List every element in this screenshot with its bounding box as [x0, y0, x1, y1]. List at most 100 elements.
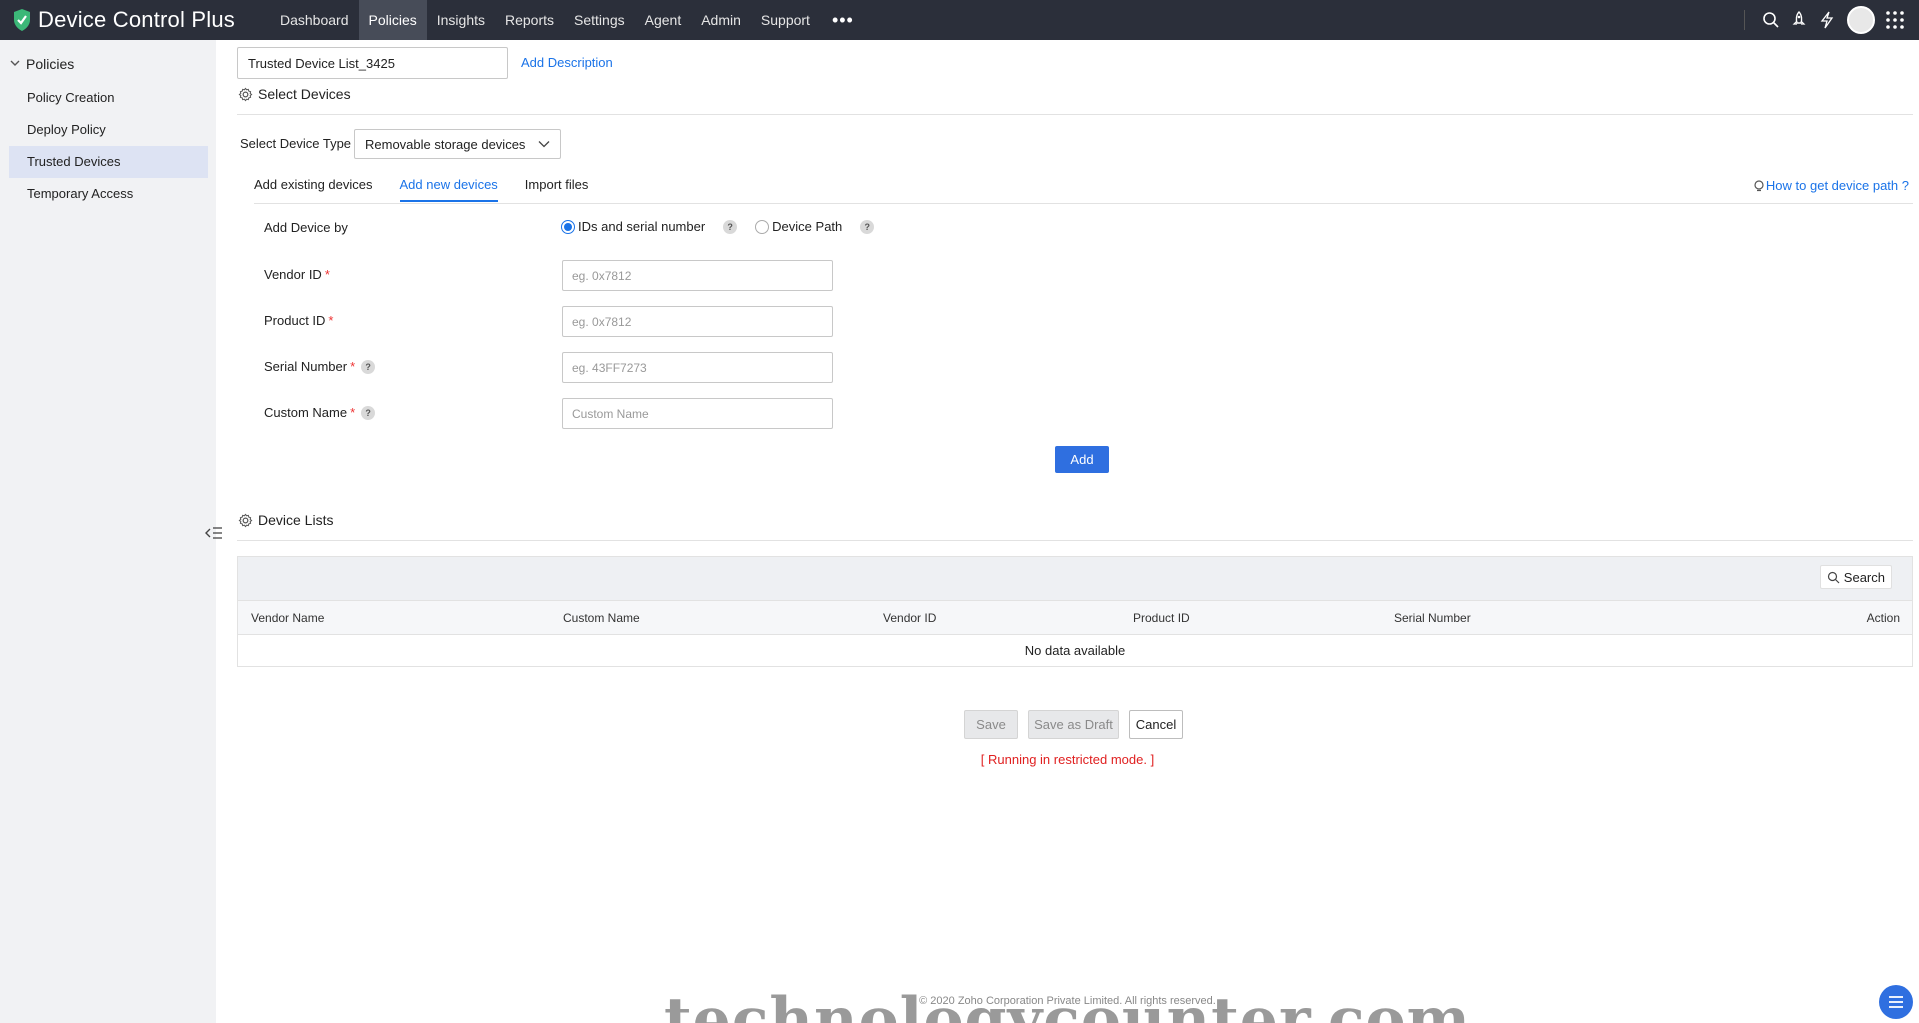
add-device-by-label: Add Device by — [264, 220, 348, 235]
save-button[interactable]: Save — [964, 710, 1018, 739]
nav-dashboard[interactable]: Dashboard — [270, 0, 359, 40]
nav-admin[interactable]: Admin — [691, 0, 751, 40]
nav-policies[interactable]: Policies — [358, 0, 427, 40]
device-type-select[interactable]: Removable storage devices — [354, 129, 561, 159]
gear-icon — [238, 87, 253, 101]
help-icon[interactable]: ? — [361, 405, 376, 420]
table-header: Vendor Name Custom Name Vendor ID Produc… — [237, 600, 1913, 635]
divider — [237, 540, 1913, 541]
nav-insights[interactable]: Insights — [427, 0, 495, 40]
gear-icon — [238, 513, 253, 527]
required-mark: * — [324, 267, 330, 282]
radio-device-path[interactable] — [755, 219, 770, 234]
lightning-icon[interactable] — [1813, 6, 1841, 34]
device-lists-heading: Device Lists — [238, 512, 333, 528]
custom-name-label-text: Custom Name — [264, 405, 348, 420]
add-device-by-options: IDs and serial number ? Device Path ? — [561, 219, 875, 234]
product-id-label: Product ID * — [264, 313, 333, 328]
menu-icon — [1889, 996, 1903, 1008]
nav-settings[interactable]: Settings — [564, 0, 635, 40]
radio-ids-serial-label[interactable]: IDs and serial number — [578, 219, 705, 234]
column-product-id[interactable]: Product ID — [1133, 611, 1190, 625]
add-button[interactable]: Add — [1055, 446, 1109, 473]
required-mark: * — [328, 313, 334, 328]
search-icon — [1827, 571, 1840, 583]
table-empty-row: No data available — [237, 635, 1913, 667]
footer-copyright: © 2020 Zoho Corporation Private Limited.… — [919, 995, 1216, 1007]
nav-support[interactable]: Support — [751, 0, 820, 40]
main-content: Add Description Select Devices Select De… — [216, 40, 1919, 1023]
help-icon[interactable]: ? — [723, 219, 738, 234]
table-toolbar: Search — [237, 556, 1913, 600]
more-menu-icon[interactable]: ••• — [820, 0, 866, 40]
lightbulb-icon — [1754, 179, 1764, 191]
radio-device-path-label[interactable]: Device Path — [772, 219, 842, 234]
divider — [1744, 10, 1745, 30]
tab-add-existing-devices[interactable]: Add existing devices — [254, 177, 373, 202]
select-devices-heading: Select Devices — [238, 86, 351, 102]
main-nav: Dashboard Policies Insights Reports Sett… — [270, 0, 866, 40]
custom-name-label: Custom Name * ? — [264, 405, 376, 420]
product-id-label-text: Product ID — [264, 313, 326, 328]
column-vendor-name[interactable]: Vendor Name — [251, 611, 324, 625]
column-serial-number[interactable]: Serial Number — [1394, 611, 1471, 625]
chevron-down-icon — [10, 58, 20, 70]
device-type-value: Removable storage devices — [365, 136, 526, 152]
search-button[interactable]: Search — [1819, 565, 1892, 589]
required-mark: * — [350, 405, 356, 420]
vendor-id-label: Vendor ID * — [264, 267, 330, 282]
app-name: Device Control Plus — [38, 7, 235, 32]
top-right-tools — [1744, 0, 1909, 40]
help-icon[interactable]: ? — [860, 219, 875, 234]
column-custom-name[interactable]: Custom Name — [563, 611, 640, 625]
device-lists-title: Device Lists — [258, 512, 334, 528]
serial-number-input[interactable] — [562, 352, 833, 383]
chevron-down-icon — [538, 141, 550, 148]
help-icon[interactable]: ? — [361, 359, 376, 374]
brand[interactable]: Device Control Plus — [0, 7, 270, 33]
sidebar-list: Policy Creation Deploy Policy Trusted De… — [0, 82, 216, 210]
restricted-mode-notice: [ Running in restricted mode. ] — [980, 752, 1155, 767]
sidebar-section-policies[interactable]: Policies — [0, 40, 216, 72]
search-icon[interactable] — [1757, 6, 1785, 34]
cancel-button[interactable]: Cancel — [1129, 710, 1183, 739]
tab-import-files[interactable]: Import files — [525, 177, 589, 202]
vendor-id-input[interactable] — [562, 260, 833, 291]
device-tabs: Add existing devices Add new devices Imp… — [254, 177, 615, 202]
sidebar-item-trusted-devices[interactable]: Trusted Devices — [9, 146, 208, 178]
save-as-draft-button[interactable]: Save as Draft — [1028, 710, 1119, 739]
select-devices-title: Select Devices — [258, 86, 351, 102]
tab-add-new-devices[interactable]: Add new devices — [399, 177, 498, 202]
app-grid-icon[interactable] — [1881, 6, 1909, 34]
serial-number-label: Serial Number * ? — [264, 359, 376, 374]
device-type-label: Select Device Type — [240, 136, 352, 151]
top-bar: Device Control Plus Dashboard Policies I… — [0, 0, 1919, 40]
nav-agent[interactable]: Agent — [635, 0, 692, 40]
policy-name-input[interactable] — [237, 47, 508, 79]
divider — [237, 114, 1913, 115]
serial-number-label-text: Serial Number — [264, 359, 348, 374]
sidebar-item-policy-creation[interactable]: Policy Creation — [9, 82, 208, 114]
product-id-input[interactable] — [562, 306, 833, 337]
rocket-icon[interactable] — [1785, 6, 1813, 34]
sidebar: Policies Policy Creation Deploy Policy T… — [0, 40, 216, 1023]
sidebar-item-temporary-access[interactable]: Temporary Access — [9, 178, 208, 210]
chat-menu-button[interactable] — [1879, 985, 1913, 1019]
column-vendor-id[interactable]: Vendor ID — [883, 611, 936, 625]
avatar[interactable] — [1847, 6, 1875, 34]
required-mark: * — [350, 359, 356, 374]
add-description-link[interactable]: Add Description — [521, 55, 613, 70]
column-action: Action — [1866, 611, 1900, 625]
search-label: Search — [1843, 569, 1885, 585]
how-to-get-device-path-link[interactable]: How to get device path ? — [1752, 178, 1909, 193]
sidebar-section-label: Policies — [26, 56, 75, 72]
nav-reports[interactable]: Reports — [495, 0, 564, 40]
empty-state-text: No data available — [1024, 643, 1126, 658]
sidebar-item-deploy-policy[interactable]: Deploy Policy — [9, 114, 208, 146]
vendor-id-label-text: Vendor ID — [264, 267, 322, 282]
radio-ids-serial[interactable] — [561, 219, 575, 234]
how-to-get-device-path-label: How to get device path ? — [1765, 178, 1909, 193]
divider — [254, 203, 1913, 204]
shield-check-logo-icon — [14, 9, 30, 31]
custom-name-input[interactable] — [562, 398, 833, 429]
